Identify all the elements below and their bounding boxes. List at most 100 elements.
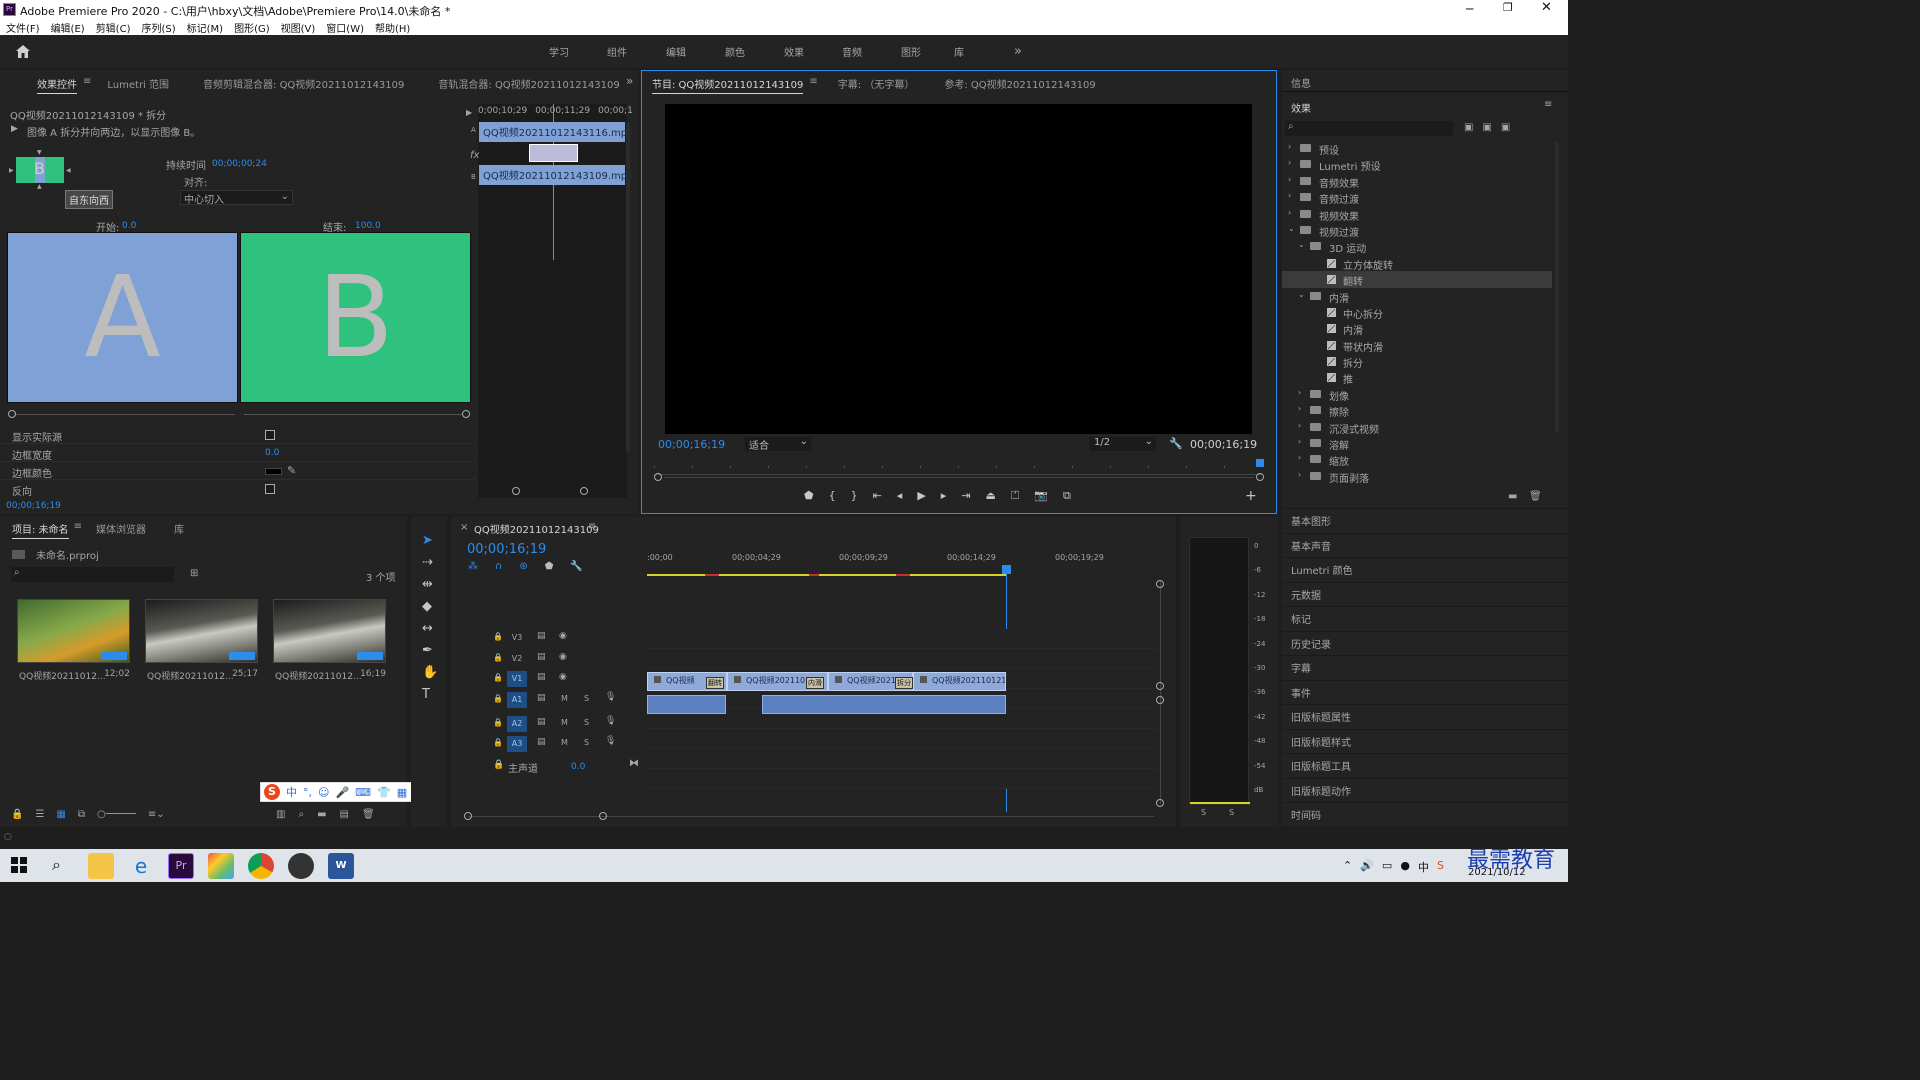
v1-clip[interactable]: QQ视频202110121: [913, 672, 1006, 691]
project-media-item[interactable]: QQ视频20211012... 16;19: [273, 599, 386, 689]
scroll-handle[interactable]: [1156, 580, 1164, 588]
chevron-right-icon[interactable]: ›: [1298, 437, 1301, 446]
zoom-slider[interactable]: ○─────: [97, 809, 136, 820]
program-timecode-left[interactable]: 00;00;16;19: [658, 438, 725, 451]
new-item-icon[interactable]: ▤: [340, 809, 349, 820]
work-area-bar[interactable]: [647, 574, 1006, 576]
effects-tree-item[interactable]: 中心拆分: [1282, 304, 1552, 321]
volume-icon[interactable]: 🔊: [1360, 859, 1374, 875]
collapsed-panel-tab[interactable]: 标记: [1282, 606, 1568, 631]
scroll-handle[interactable]: [464, 812, 472, 820]
track-lock-icon[interactable]: 🔒: [493, 694, 503, 703]
track-label[interactable]: V1: [507, 671, 527, 687]
eye-icon[interactable]: ◉: [559, 631, 567, 641]
track-label[interactable]: V3: [507, 630, 527, 646]
mini-clip-a[interactable]: QQ视频20211012143116.mp4: [479, 122, 633, 142]
menu-file[interactable]: 文件(F): [6, 20, 40, 35]
collapsed-panel-tab[interactable]: 历史记录: [1282, 630, 1568, 656]
chevron-down-icon[interactable]: ⌄: [1288, 224, 1295, 233]
chevron-right-icon[interactable]: ›: [1288, 208, 1291, 217]
selection-tool-icon[interactable]: ➤: [422, 533, 438, 548]
find-icon[interactable]: ⌕: [298, 809, 304, 820]
overflow-tabs-icon[interactable]: »: [626, 74, 633, 88]
chevron-right-icon[interactable]: ›: [1298, 470, 1301, 479]
workspace-audio[interactable]: 音频: [842, 44, 901, 59]
sync-lock-icon[interactable]: ▤: [537, 717, 546, 727]
tab-libraries[interactable]: 库: [174, 521, 184, 539]
solo-left-button[interactable]: S: [1201, 808, 1206, 817]
panel-menu-icon[interactable]: ≡: [83, 76, 91, 94]
solo-right-button[interactable]: S: [1229, 808, 1234, 817]
collapsed-panel-tab[interactable]: 时间码: [1282, 802, 1568, 827]
scroll-handle[interactable]: [1156, 682, 1164, 690]
resolution-dropdown[interactable]: 1/2 ⌄: [1090, 436, 1156, 451]
project-media-item[interactable]: QQ视频20211012... 25;17: [145, 599, 258, 689]
add-marker-icon[interactable]: ⬟: [545, 561, 554, 572]
mic-icon[interactable]: 🎙: [605, 692, 616, 702]
file-explorer-icon[interactable]: [88, 853, 114, 879]
sync-lock-icon[interactable]: ▤: [537, 672, 546, 682]
edge-icon[interactable]: e: [128, 853, 154, 879]
tab-effect-controls[interactable]: 效果控件: [37, 76, 77, 94]
chevron-right-icon[interactable]: ›: [1288, 175, 1291, 184]
a1-audio-clip[interactable]: [762, 695, 1006, 714]
program-ruler[interactable]: [654, 459, 1264, 475]
menu-edit[interactable]: 编辑(E): [51, 20, 85, 35]
start-value[interactable]: 0.0: [122, 221, 136, 231]
track-select-tool-icon[interactable]: ⇢: [422, 555, 438, 570]
solo-button[interactable]: S: [584, 694, 589, 703]
workspace-assembly[interactable]: 组件: [607, 44, 666, 59]
type-tool-icon[interactable]: T: [422, 687, 438, 702]
compare-view-icon[interactable]: ⧉: [1063, 489, 1071, 503]
collapsed-panel-tab[interactable]: 基本图形: [1282, 508, 1568, 533]
collapsed-panel-tab[interactable]: 事件: [1282, 679, 1568, 705]
direction-arrow-icon[interactable]: ◀: [66, 167, 71, 174]
mic-icon[interactable]: 🎙: [605, 736, 616, 746]
slip-tool-icon[interactable]: ↔: [422, 621, 438, 636]
skin-icon[interactable]: 👕: [377, 786, 391, 799]
tab-captions[interactable]: 字幕: （无字幕）: [838, 76, 915, 94]
effects-tree-item[interactable]: › 划像: [1282, 386, 1552, 403]
maximize-button[interactable]: ❐: [1503, 1, 1517, 15]
panel-menu-icon[interactable]: ≡: [588, 521, 596, 532]
transition-marker[interactable]: 拆分: [895, 677, 913, 689]
collapsed-panel-tab[interactable]: 旧版标题属性: [1282, 704, 1568, 729]
timeline-h-scroll[interactable]: [468, 816, 1154, 817]
more-workspaces-icon[interactable]: »: [1014, 44, 1022, 59]
track-label[interactable]: V2: [507, 651, 527, 667]
track-lock-icon[interactable]: 🔒: [493, 632, 503, 641]
a1-audio-clip[interactable]: [647, 695, 726, 714]
yuv-effects-icon[interactable]: ▣: [1501, 122, 1510, 133]
master-lock-icon[interactable]: 🔒: [493, 760, 504, 770]
sync-lock-icon[interactable]: ▤: [537, 737, 546, 747]
transition-marker[interactable]: 内滑: [806, 677, 824, 689]
qq-icon[interactable]: [288, 853, 314, 879]
border-width-value[interactable]: 0.0: [265, 448, 279, 458]
chevron-right-icon[interactable]: ›: [1298, 421, 1301, 430]
hand-tool-icon[interactable]: ✋: [422, 665, 438, 680]
effects-tree-item[interactable]: 立方体旋转: [1282, 255, 1552, 272]
info-tab[interactable]: 信息: [1291, 75, 1311, 90]
mark-in-icon[interactable]: {: [829, 489, 836, 503]
add-marker-icon[interactable]: ⬟: [804, 489, 814, 503]
chevron-down-icon[interactable]: ⌄: [1298, 290, 1305, 299]
track-lock-icon[interactable]: 🔒: [493, 673, 503, 682]
collapsed-panel-tab[interactable]: 元数据: [1282, 581, 1568, 607]
settings-wrench-icon[interactable]: 🔧: [1169, 437, 1183, 450]
effects-tree-item[interactable]: › 擦除: [1282, 402, 1552, 419]
punct-icon[interactable]: °,: [303, 786, 312, 799]
tab-audio-clip-mixer[interactable]: 音频剪辑混合器: QQ视频20211012143109: [203, 76, 404, 94]
align-dropdown[interactable]: 中心切入 ⌄: [180, 190, 293, 206]
sort-icon[interactable]: ≡⌄: [148, 809, 165, 820]
workspace-graphics[interactable]: 图形: [901, 44, 954, 59]
effects-tree-item[interactable]: ⌄ 3D 运动: [1282, 238, 1552, 255]
border-color-swatch[interactable]: [265, 468, 282, 475]
accelerated-effects-icon[interactable]: ▣: [1464, 122, 1473, 133]
fit-dropdown[interactable]: 适合 ⌄: [745, 436, 811, 452]
word-icon[interactable]: W: [328, 853, 354, 879]
scroll-handle[interactable]: [1156, 799, 1164, 807]
new-search-bin-icon[interactable]: ⊞: [190, 568, 198, 579]
windows-start-icon[interactable]: [11, 857, 27, 873]
sync-lock-icon[interactable]: ▤: [537, 631, 546, 641]
tab-project[interactable]: 项目: 未命名: [12, 521, 69, 539]
